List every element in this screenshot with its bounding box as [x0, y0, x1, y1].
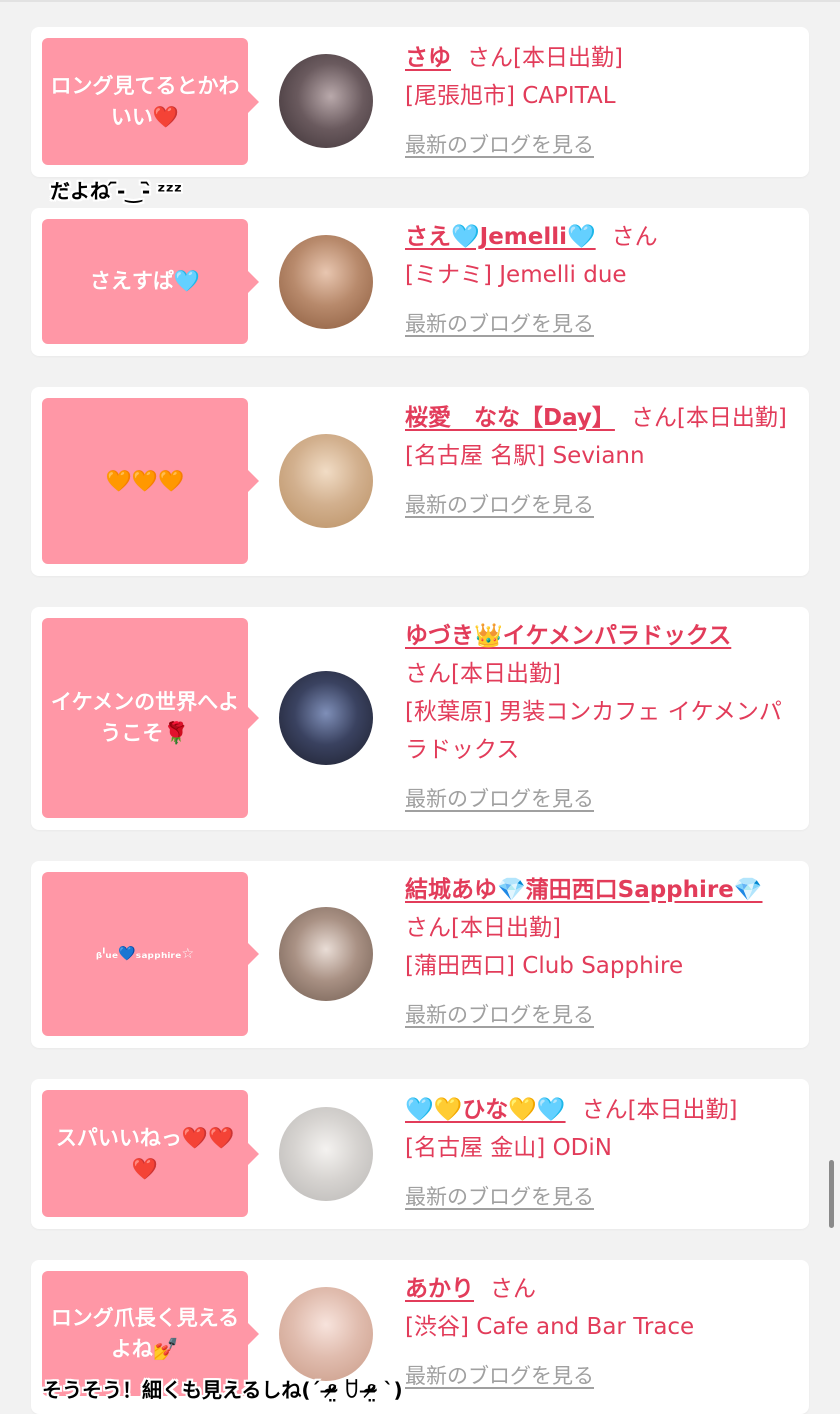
cast-name-link[interactable]: さゆ: [405, 45, 451, 71]
comment-bubble: ロング見てるとかわいい❤️: [42, 38, 259, 165]
cast-name-link[interactable]: あかり: [405, 1276, 474, 1302]
comment-text: 🧡🧡🧡: [105, 468, 185, 493]
blog-link[interactable]: 最新のブログを見る: [405, 1003, 594, 1027]
top-divider: [0, 0, 840, 2]
avatar[interactable]: [279, 1287, 373, 1381]
cast-suffix: さん[本日出勤]: [405, 661, 561, 687]
cast-card: 🧡🧡🧡 桜愛 なな【Day】 さん[本日出勤] [名古屋 名駅] Seviann …: [31, 387, 809, 576]
cast-card: さえすぱ🩵 さえ🩵Jemelli🩵 さん [ミナミ] Jemelli due 最新…: [31, 208, 809, 356]
shop-label: [尾張旭市] CAPITAL: [405, 83, 616, 109]
cast-card: スパいいねっ❤️❤️❤️ 🩵💛ひな💛🩵 さん[本日出勤] [名古屋 金山] ODi…: [31, 1079, 809, 1229]
avatar[interactable]: [279, 54, 373, 148]
blog-link[interactable]: 最新のブログを見る: [405, 133, 594, 157]
shop-label: [渋谷] Cafe and Bar Trace: [405, 1314, 695, 1340]
avatar[interactable]: [279, 907, 373, 1001]
cast-name-link[interactable]: 🩵💛ひな💛🩵: [405, 1097, 566, 1123]
shop-label: [蒲田西口] Club Sapphire: [405, 953, 684, 979]
blog-link[interactable]: 最新のブログを見る: [405, 312, 594, 336]
shop-label: [ミナミ] Jemelli due: [405, 262, 627, 288]
overlay-caption-top: だよね ᷇-‿-᷆ ᶻᶻᶻ: [50, 179, 183, 203]
cast-name-link[interactable]: 桜愛 なな【Day】: [405, 405, 615, 431]
cast-card: ロング見てるとかわいい❤️ さゆ さん[本日出勤] [尾張旭市] CAPITAL …: [31, 27, 809, 177]
shop-label: [名古屋 金山] ODiN: [405, 1135, 612, 1161]
cast-suffix: さん: [490, 1276, 536, 1302]
cast-suffix: さん[本日出勤]: [581, 1097, 738, 1123]
blog-link[interactable]: 最新のブログを見る: [405, 787, 594, 811]
cast-suffix: さん[本日出勤]: [630, 405, 787, 431]
avatar[interactable]: [279, 434, 373, 528]
comment-bubble: イケメンの世界へようこそ🌹: [42, 618, 259, 818]
comment-bubble: ᵦˡᵤₑ💙ₛₐₚₚₕᵢᵣₑ☆: [42, 872, 259, 1036]
cast-name-link[interactable]: さえ🩵Jemelli🩵: [405, 224, 596, 250]
cast-card: ᵦˡᵤₑ💙ₛₐₚₚₕᵢᵣₑ☆ 結城あゆ💎蒲田西口Sapphire💎 さん[本日出…: [31, 861, 809, 1048]
avatar[interactable]: [279, 671, 373, 765]
comment-text: ᵦˡᵤₑ💙ₛₐₚₚₕᵢᵣₑ☆: [95, 945, 195, 962]
shop-label: [名古屋 名駅] Seviann: [405, 443, 645, 469]
comment-bubble: スパいいねっ❤️❤️❤️: [42, 1090, 259, 1217]
blog-link[interactable]: 最新のブログを見る: [405, 1185, 594, 1209]
cast-suffix: さん: [611, 224, 658, 250]
blog-link[interactable]: 最新のブログを見る: [405, 493, 594, 517]
comment-text: イケメンの世界へようこそ🌹: [50, 690, 240, 745]
scrollbar-thumb[interactable]: [829, 1160, 834, 1228]
cast-name-link[interactable]: ゆづき👑イケメンパラドックス: [405, 623, 731, 649]
comment-bubble: さえすぱ🩵: [42, 219, 259, 344]
overlay-caption-bottom: そうそう！細くも見えるしね(ˊ ᵒ̴̶̷̤ ꇴ ᵒ̴̶̷̤ ˋ): [42, 1378, 403, 1402]
cast-name-link[interactable]: 結城あゆ💎蒲田西口Sapphire💎: [405, 877, 763, 903]
comment-text: さえすぱ🩵: [89, 269, 201, 293]
comment-bubble: 🧡🧡🧡: [42, 398, 259, 564]
shop-label: [秋葉原] 男装コンカフェ イケメンパラドックス: [405, 699, 782, 763]
avatar[interactable]: [279, 235, 373, 329]
comment-text: ロング爪長く見えるよね💅: [50, 1305, 240, 1361]
cast-suffix: さん[本日出勤]: [467, 45, 623, 71]
comment-text: ロング見てるとかわいい❤️: [50, 73, 240, 129]
blog-link[interactable]: 最新のブログを見る: [405, 1364, 594, 1388]
comment-text: スパいいねっ❤️❤️❤️: [55, 1125, 235, 1181]
avatar[interactable]: [279, 1107, 373, 1201]
cast-card: イケメンの世界へようこそ🌹 ゆづき👑イケメンパラドックス さん[本日出勤] [秋…: [31, 607, 809, 830]
cast-suffix: さん[本日出勤]: [405, 915, 561, 941]
